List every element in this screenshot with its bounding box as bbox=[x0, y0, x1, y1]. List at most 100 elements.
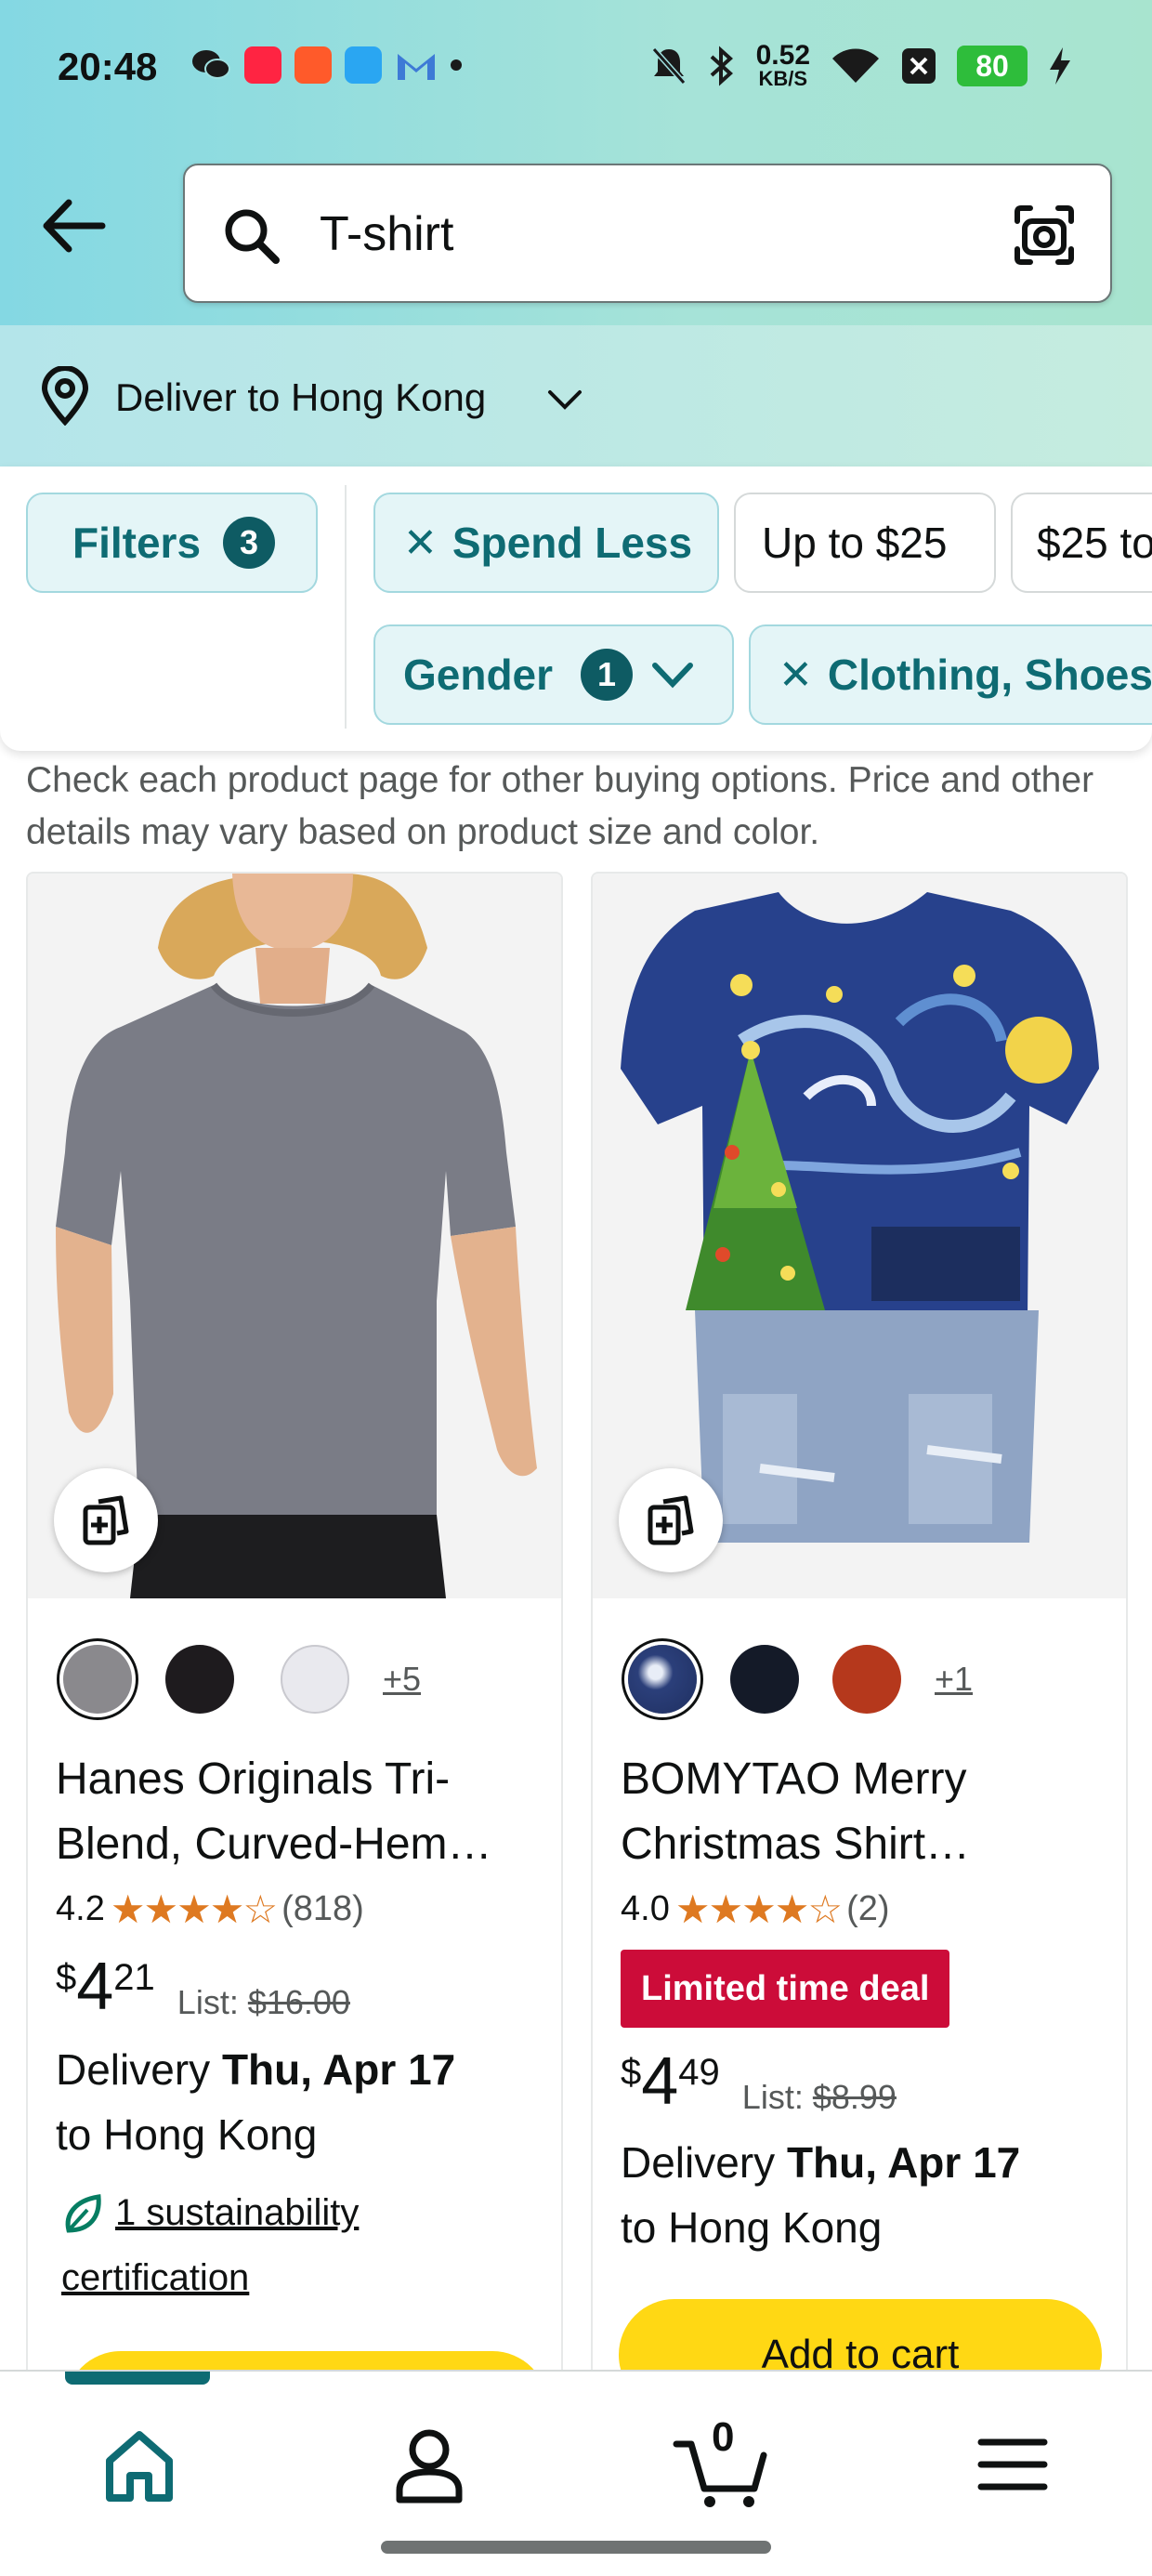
star-rating-icon: ★★★★☆ bbox=[110, 1887, 278, 1931]
list-price: List: $16.00 bbox=[177, 1983, 350, 2022]
product-card[interactable]: +1 BOMYTAO Merry Christmas Shirt… 4.0 ★★… bbox=[591, 872, 1128, 2377]
sustainability-label: 1 sustainability certification bbox=[61, 2192, 360, 2298]
menu-icon[interactable] bbox=[966, 2418, 1059, 2511]
list-price: List: $8.99 bbox=[742, 2078, 897, 2117]
color-swatch-white[interactable] bbox=[281, 1645, 349, 1714]
product-price: $ 4 21 List: $16.00 bbox=[56, 1950, 350, 2024]
price-25-to-chip[interactable]: $25 to bbox=[1011, 493, 1152, 593]
more-notifications-dot bbox=[451, 59, 462, 71]
price-up-to-25-chip[interactable]: Up to $25 bbox=[734, 493, 996, 593]
product-title[interactable]: BOMYTAO Merry Christmas Shirt… bbox=[621, 1747, 1104, 1877]
color-swatch-black[interactable] bbox=[165, 1645, 234, 1714]
battery-indicator: 80 bbox=[957, 46, 1028, 86]
chevron-down-icon bbox=[652, 663, 694, 689]
more-colors-link[interactable]: +5 bbox=[383, 1660, 421, 1699]
price-up-to-25-label: Up to $25 bbox=[762, 519, 948, 567]
product-rating[interactable]: 4.2 ★★★★☆ (818) bbox=[56, 1886, 364, 1932]
product-image[interactable] bbox=[28, 874, 561, 1598]
price-25-to-label: $25 to bbox=[1037, 519, 1152, 567]
camera-search-icon[interactable] bbox=[1012, 203, 1077, 268]
xiaohongshu-icon bbox=[244, 46, 281, 84]
product-rating[interactable]: 4.0 ★★★★☆ (2) bbox=[621, 1886, 890, 1932]
notification-icons bbox=[190, 46, 462, 84]
color-swatch-gray[interactable] bbox=[63, 1645, 132, 1714]
color-swatch-rust[interactable] bbox=[832, 1645, 901, 1714]
home-icon[interactable] bbox=[93, 2418, 186, 2511]
deliver-location-bar[interactable]: Deliver to Hong Kong bbox=[0, 325, 1152, 467]
cart-count: 0 bbox=[712, 2414, 735, 2460]
wechat-icon bbox=[192, 50, 230, 79]
delivery-info: Delivery Thu, Apr 17 to Hong Kong bbox=[621, 2130, 1113, 2260]
price-fraction: 49 bbox=[678, 2052, 720, 2093]
rating-value: 4.2 bbox=[56, 1889, 105, 1928]
remove-filter-icon: ✕ bbox=[403, 519, 438, 566]
status-bar: 20:48 0.52 KB/S 80 bbox=[0, 0, 1152, 139]
product-image[interactable] bbox=[593, 874, 1126, 1598]
net-speed-value: 0.52 bbox=[755, 40, 810, 71]
charging-icon bbox=[1050, 47, 1070, 85]
color-swatch-navy[interactable] bbox=[730, 1645, 799, 1714]
category-filter-label: Clothing, Shoes bbox=[827, 651, 1152, 699]
color-swatch-starry-blue[interactable] bbox=[628, 1645, 697, 1714]
qq-icon bbox=[345, 46, 382, 84]
compare-button[interactable] bbox=[54, 1468, 158, 1572]
search-input[interactable]: T-shirt bbox=[183, 164, 1112, 303]
product-title[interactable]: Hanes Originals Tri-Blend, Curved-Hem… bbox=[56, 1747, 539, 1877]
category-filter-chip[interactable]: ✕ Clothing, Shoes bbox=[749, 624, 1152, 725]
filter-divider bbox=[345, 485, 347, 729]
add-to-cart-button[interactable]: Add to cart bbox=[619, 2299, 1102, 2375]
delivery-date: Thu, Apr 17 bbox=[221, 2045, 456, 2094]
rating-value: 4.0 bbox=[621, 1889, 670, 1928]
search-icon bbox=[225, 209, 280, 264]
color-swatches: +1 bbox=[628, 1645, 973, 1714]
filters-label: Filters bbox=[72, 519, 202, 567]
price-currency: $ bbox=[56, 1957, 77, 1998]
color-swatches: +5 bbox=[63, 1645, 421, 1714]
x-app-icon bbox=[902, 48, 936, 84]
chevron-down-icon bbox=[548, 390, 582, 410]
nav-active-indicator bbox=[65, 2372, 210, 2385]
location-pin-icon bbox=[41, 366, 89, 426]
compare-icon bbox=[648, 1495, 694, 1545]
product-card[interactable]: +5 Hanes Originals Tri-Blend, Curved-Hem… bbox=[26, 872, 563, 2377]
delivery-destination: to Hong Kong bbox=[56, 2110, 318, 2159]
search-query: T-shirt bbox=[320, 207, 454, 261]
rating-count: (818) bbox=[281, 1889, 364, 1928]
gmail-icon bbox=[398, 54, 435, 80]
filters-count-badge: 3 bbox=[223, 517, 276, 569]
delivery-prefix: Delivery bbox=[621, 2138, 776, 2187]
gender-count-badge: 1 bbox=[581, 649, 634, 701]
list-price-label: List: bbox=[177, 1983, 239, 2021]
delivery-date: Thu, Apr 17 bbox=[786, 2138, 1021, 2187]
back-arrow-icon[interactable] bbox=[37, 193, 111, 258]
filter-bar: Filters 3 ✕ Spend Less Up to $25 $25 to … bbox=[0, 467, 1152, 751]
leaf-icon bbox=[65, 2194, 101, 2233]
delivery-prefix: Delivery bbox=[56, 2045, 211, 2094]
list-price-label: List: bbox=[741, 2078, 804, 2116]
star-rating-icon: ★★★★☆ bbox=[674, 1887, 843, 1931]
filters-button[interactable]: Filters 3 bbox=[26, 493, 318, 593]
status-time: 20:48 bbox=[58, 45, 158, 88]
list-price-value: $16.00 bbox=[247, 1983, 350, 2021]
system-icons: 0.52 KB/S 80 bbox=[650, 40, 1072, 89]
spend-less-chip[interactable]: ✕ Spend Less bbox=[373, 493, 719, 593]
gender-filter-chip[interactable]: Gender 1 bbox=[373, 624, 734, 725]
more-colors-link[interactable]: +1 bbox=[935, 1660, 973, 1699]
compare-icon bbox=[83, 1495, 129, 1545]
bluetooth-icon bbox=[710, 46, 733, 86]
sustainability-link[interactable]: 1 sustainability certification bbox=[61, 2180, 544, 2310]
compare-button[interactable] bbox=[619, 1468, 723, 1572]
product-price: $ 4 49 List: $8.99 bbox=[621, 2044, 897, 2119]
price-whole: 4 bbox=[641, 2044, 679, 2119]
network-speed: 0.52 KB/S bbox=[755, 40, 810, 89]
delivery-info: Delivery Thu, Apr 17 to Hong Kong bbox=[56, 2037, 548, 2167]
header: 20:48 0.52 KB/S 80 T-shirt Deliver to Ho… bbox=[0, 0, 1152, 467]
delivery-destination: to Hong Kong bbox=[621, 2203, 883, 2252]
cart-button[interactable]: 0 bbox=[671, 2414, 773, 2511]
home-gesture-bar[interactable] bbox=[381, 2541, 771, 2554]
account-icon[interactable] bbox=[383, 2418, 476, 2511]
rating-count: (2) bbox=[846, 1889, 890, 1928]
spend-less-label: Spend Less bbox=[452, 519, 693, 567]
limited-time-deal-badge: Limited time deal bbox=[621, 1950, 950, 2028]
price-fraction: 21 bbox=[113, 1957, 155, 1998]
